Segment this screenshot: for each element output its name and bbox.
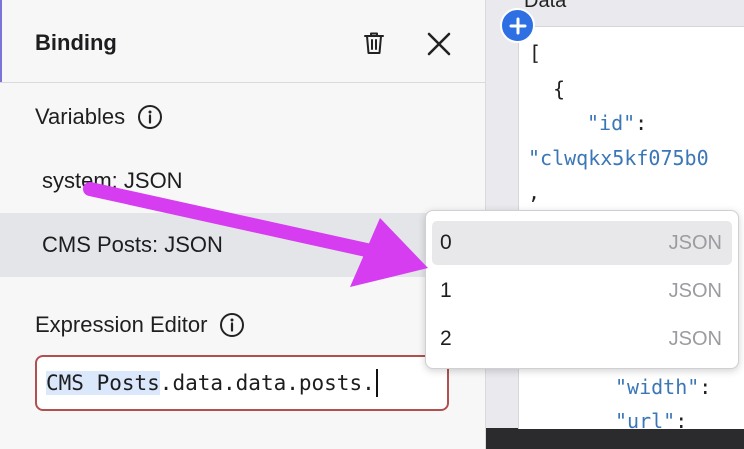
suggestion-label: 1: [440, 279, 452, 302]
panel-accent-edge: [0, 0, 2, 82]
variable-label: system: JSON: [42, 168, 183, 193]
json-punctuation: :: [675, 409, 688, 429]
suggestion-label: 2: [440, 327, 452, 350]
suggestion-item[interactable]: 1 JSON: [432, 269, 732, 313]
panel-title: Binding: [35, 30, 117, 55]
delete-binding-button[interactable]: [358, 27, 390, 59]
code-line: "width":: [615, 375, 711, 399]
info-icon[interactable]: [219, 312, 245, 338]
data-panel-title: Data: [524, 0, 567, 12]
binding-panel: Binding Variables system: JSON CMS Posts…: [0, 0, 486, 449]
code-line: "url":: [615, 409, 687, 429]
header-divider: [0, 82, 485, 83]
expression-section-label: Expression Editor: [35, 312, 245, 338]
add-button[interactable]: [500, 8, 535, 43]
json-key: "url": [615, 409, 676, 429]
json-punctuation: :: [699, 375, 712, 399]
variable-item-cms-posts[interactable]: CMS Posts: JSON: [0, 213, 485, 277]
bottom-dark-strip: [486, 428, 744, 449]
suggestion-type: JSON: [668, 279, 722, 302]
suggestion-label: 0: [440, 231, 452, 254]
suggestion-type: JSON: [668, 231, 722, 254]
variables-section-label: Variables: [35, 104, 163, 130]
expression-editor-label: Expression Editor: [35, 312, 208, 337]
suggestion-type: JSON: [668, 327, 722, 350]
close-button[interactable]: [422, 27, 456, 61]
code-line: {: [553, 77, 566, 101]
expression-token-highlight: CMS Posts: [46, 371, 160, 395]
close-icon: [427, 32, 451, 56]
json-value: "clwqkx5kf075b0: [528, 146, 709, 170]
variable-label: CMS Posts: JSON: [42, 232, 223, 257]
json-key: "id": [587, 111, 636, 135]
variables-label: Variables: [35, 104, 126, 129]
json-punctuation: :: [635, 111, 648, 135]
info-icon[interactable]: [137, 104, 163, 130]
code-line: ,: [528, 180, 541, 204]
code-line: "id":: [587, 111, 647, 135]
code-line: [: [529, 41, 542, 65]
expression-input[interactable]: CMS Posts .data.data.posts.: [35, 355, 449, 411]
trash-icon: [364, 32, 384, 54]
variable-item-system[interactable]: system: JSON: [0, 149, 485, 213]
autocomplete-dropdown: 0 JSON 1 JSON 2 JSON: [425, 210, 739, 369]
text-caret: [375, 369, 378, 397]
suggestion-item[interactable]: 2 JSON: [432, 317, 732, 361]
suggestion-item[interactable]: 0 JSON: [432, 221, 732, 265]
expression-text: .data.data.posts.: [159, 371, 375, 395]
plus-icon: [509, 17, 526, 34]
json-key: "width": [615, 375, 700, 399]
